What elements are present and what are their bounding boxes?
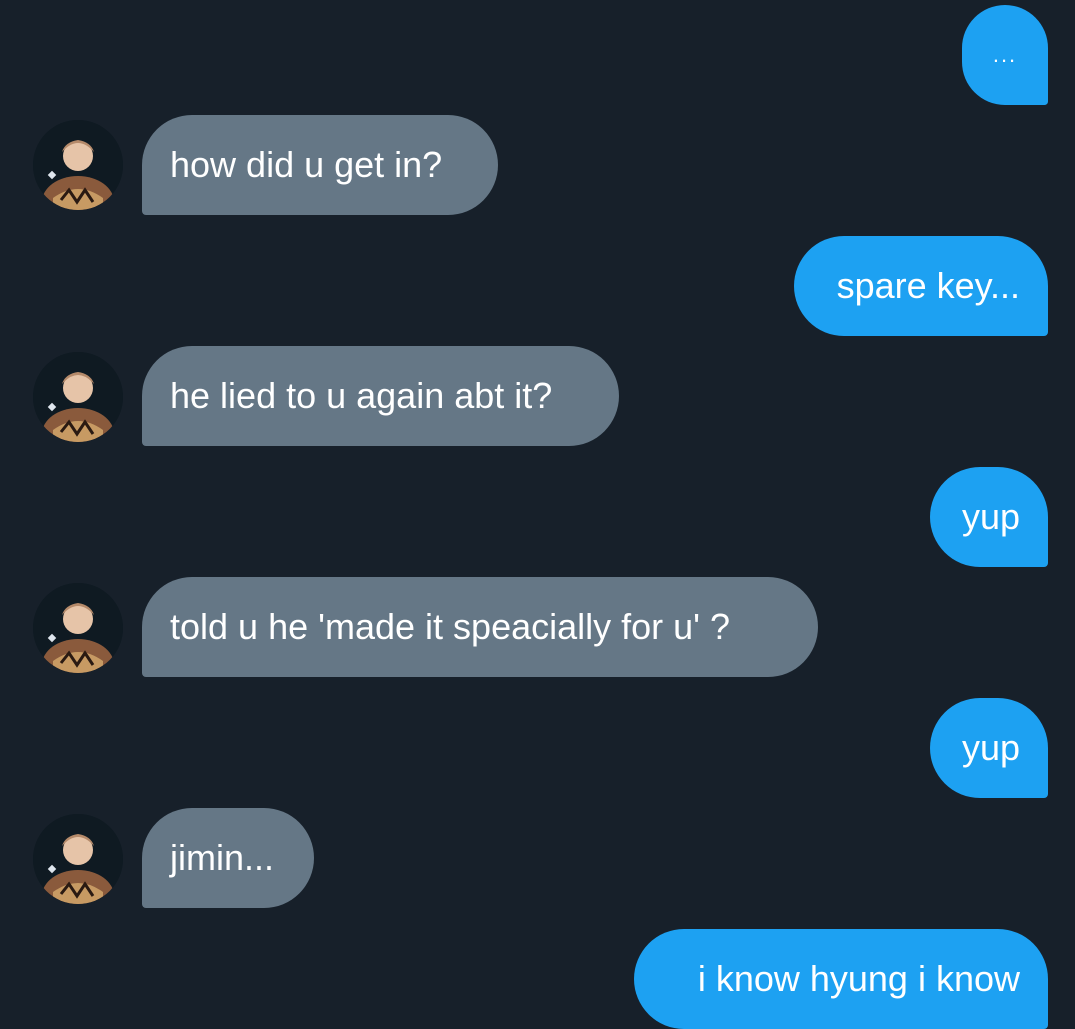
contact-avatar[interactable] (33, 120, 123, 210)
message-text: told u he 'made it speacially for u' ? (170, 606, 731, 647)
received-message-bubble[interactable]: told u he 'made it speacially for u' ? (142, 577, 818, 677)
contact-photo-icon (33, 352, 123, 442)
message-text: yup (961, 496, 1020, 537)
message-text: how did u get in? (170, 144, 443, 185)
message-text: yup (961, 727, 1020, 768)
message-text: he lied to u again abt it? (170, 375, 553, 416)
contact-photo-icon (33, 814, 123, 904)
received-message-bubble[interactable]: he lied to u again abt it? (142, 346, 619, 446)
sent-message-bubble[interactable]: i know hyung i know (634, 929, 1048, 1029)
message-text: i know hyung i know (697, 958, 1020, 999)
contact-photo-icon (33, 583, 123, 673)
received-message-bubble[interactable]: jimin... (142, 808, 314, 908)
contact-avatar[interactable] (33, 352, 123, 442)
contact-avatar[interactable] (33, 814, 123, 904)
message-text: spare key... (836, 265, 1020, 306)
received-message-bubble[interactable]: how did u get in? (142, 115, 498, 215)
sent-message-bubble[interactable]: ... (962, 5, 1048, 105)
sent-message-bubble[interactable]: yup (930, 698, 1048, 798)
sent-message-bubble[interactable]: spare key... (794, 236, 1048, 336)
contact-photo-icon (33, 120, 123, 210)
message-text: ... (992, 42, 1018, 67)
sent-message-bubble[interactable]: yup (930, 467, 1048, 567)
message-text: jimin... (170, 837, 275, 878)
contact-avatar[interactable] (33, 583, 123, 673)
